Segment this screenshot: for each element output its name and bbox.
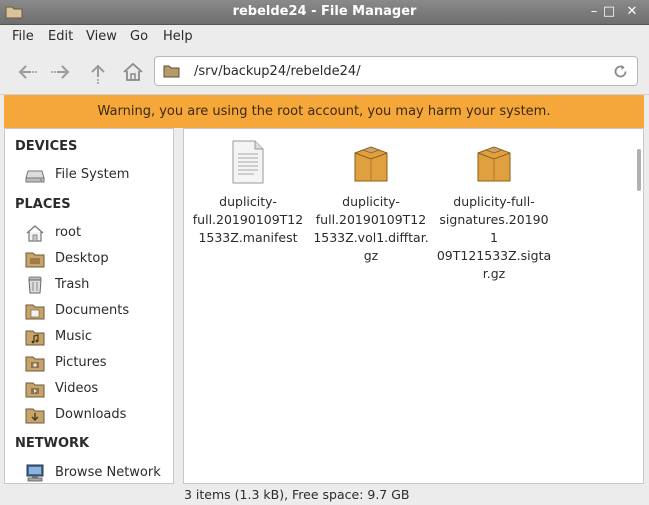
path-text[interactable]: /srv/backup24/rebelde24/ [194,64,361,79]
close-button[interactable]: ✕ [623,3,641,21]
trash-icon [28,276,42,294]
pane-splitter[interactable] [174,128,183,484]
videos-folder-icon [25,382,45,398]
file-view: duplicity-full.20190109T12 1533Z.manifest… [183,128,644,484]
title-bar: rebelde24 - File Manager – □ ✕ [0,0,649,25]
file-name: duplicity-full.20190109T12 1533Z.vol1.dif… [313,194,429,263]
sidebar-item-pictures[interactable]: Pictures [25,352,171,374]
sidebar-item-label: File System [55,167,130,182]
menu-go[interactable]: Go [130,29,148,44]
window-title: rebelde24 - File Manager [232,4,417,19]
sidebar-item-downloads[interactable]: Downloads [25,404,171,426]
file-name: duplicity-full.20190109T12 1533Z.manifest [192,194,304,245]
file-item[interactable]: duplicity-full.20190109T12 1533Z.manifest [190,139,306,247]
menu-view[interactable]: View [86,29,117,44]
sidebar-item-videos[interactable]: Videos [25,378,171,400]
file-item[interactable]: duplicity-full-signatures.201901 09T12153… [436,139,552,283]
toolbar: /srv/backup24/rebelde24/ [0,49,649,95]
reload-icon[interactable] [612,63,629,80]
sidebar-item-label: Music [55,329,92,344]
file-item[interactable]: duplicity-full.20190109T12 1533Z.vol1.dif… [313,139,429,265]
back-icon[interactable] [14,60,38,84]
menu-edit[interactable]: Edit [48,29,73,44]
places-heading: PLACES [15,197,71,212]
forward-icon[interactable] [50,60,74,84]
home-folder-icon [26,225,44,242]
sidebar-item-label: root [55,225,82,240]
sidebar: DEVICES File System PLACES root Desktop … [4,128,174,484]
downloads-folder-icon [25,408,45,424]
location-bar[interactable]: /srv/backup24/rebelde24/ [154,56,638,86]
archive-icon [477,146,511,182]
menu-bar: File Edit View Go Help [0,25,649,49]
sidebar-item-browse-network[interactable]: Browse Network [25,462,171,484]
menu-file[interactable]: File [12,29,34,44]
sidebar-item-documents[interactable]: Documents [25,300,171,322]
folder-icon [25,252,45,268]
file-name: duplicity-full-signatures.201901 09T12153… [436,194,552,281]
documents-folder-icon [25,304,45,320]
sidebar-item-label: Trash [55,277,90,292]
folder-icon [163,65,180,78]
sidebar-item-file-system[interactable]: File System [25,164,171,186]
network-heading: NETWORK [15,436,90,451]
sidebar-item-desktop[interactable]: Desktop [25,248,171,270]
up-icon[interactable] [86,60,110,84]
sidebar-item-label: Downloads [55,407,127,422]
archive-icon [354,146,388,182]
home-icon[interactable] [121,60,145,84]
sidebar-item-label: Desktop [55,251,109,266]
music-folder-icon [25,330,45,346]
status-bar: 3 items (1.3 kB), Free space: 9.7 GB [0,484,649,505]
sidebar-item-label: Pictures [55,355,107,370]
sidebar-item-label: Browse Network [55,465,161,480]
root-warning-banner: Warning, you are using the root account,… [4,95,644,128]
status-text: 3 items (1.3 kB), Free space: 9.7 GB [184,487,410,502]
pictures-folder-icon [25,356,45,372]
sidebar-item-label: Videos [55,381,99,396]
network-icon [26,464,44,482]
sidebar-item-music[interactable]: Music [25,326,171,348]
menu-help[interactable]: Help [163,29,193,44]
devices-heading: DEVICES [15,139,78,154]
drive-icon [25,170,45,183]
sidebar-item-label: Documents [55,303,130,318]
scrollbar[interactable] [637,149,641,191]
maximize-button[interactable]: □ [600,3,618,21]
sidebar-item-root[interactable]: root [25,222,171,244]
sidebar-item-trash[interactable]: Trash [25,274,171,296]
text-file-icon [232,140,264,184]
